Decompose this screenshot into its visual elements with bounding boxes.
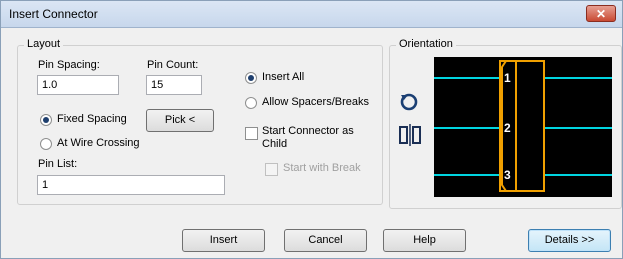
insert-all-radio[interactable]: [245, 72, 257, 84]
cancel-button[interactable]: Cancel: [284, 229, 367, 252]
pick-button[interactable]: Pick <: [146, 109, 214, 132]
start-connector-child-checkbox[interactable]: [245, 127, 258, 140]
help-button[interactable]: Help: [383, 229, 466, 252]
orientation-group-label: Orientation: [396, 38, 456, 50]
title-bar: Insert Connector ✕: [1, 1, 622, 28]
start-connector-child-label-line2: Child: [262, 138, 288, 150]
allow-spacers-radio[interactable]: [245, 97, 257, 109]
start-with-break-label: Start with Break: [283, 162, 361, 174]
details-button[interactable]: Details >>: [528, 229, 611, 252]
fixed-spacing-radio[interactable]: [40, 114, 52, 126]
start-connector-child-label-line1: Start Connector as: [262, 125, 354, 137]
close-button[interactable]: ✕: [586, 5, 616, 22]
pin-label-1: 1: [504, 71, 511, 85]
pin-spacing-field[interactable]: 1.0: [37, 75, 119, 95]
insert-connector-dialog: Insert Connector ✕ Layout Pin Spacing: 1…: [0, 0, 623, 259]
pin-list-label: Pin List:: [38, 158, 78, 170]
pin-count-label: Pin Count:: [147, 59, 199, 71]
start-with-break-checkbox: [265, 163, 278, 176]
flip-icon[interactable]: [398, 124, 422, 146]
fixed-spacing-label: Fixed Spacing: [57, 113, 127, 125]
pin-count-field[interactable]: 15: [146, 75, 202, 95]
window-title: Insert Connector: [9, 7, 98, 21]
connector-preview: 1 2 3: [434, 57, 612, 197]
at-wire-crossing-radio[interactable]: [40, 138, 52, 150]
allow-spacers-label: Allow Spacers/Breaks: [262, 96, 369, 108]
layout-group-label: Layout: [24, 38, 64, 50]
pin-label-2: 2: [504, 121, 511, 135]
at-wire-crossing-label: At Wire Crossing: [57, 137, 140, 149]
pin-label-3: 3: [504, 168, 511, 182]
pin-list-field[interactable]: 1: [37, 175, 225, 195]
insert-button[interactable]: Insert: [182, 229, 265, 252]
rotate-icon[interactable]: [399, 92, 419, 112]
insert-all-label: Insert All: [262, 71, 305, 83]
pin-spacing-label: Pin Spacing:: [38, 59, 100, 71]
